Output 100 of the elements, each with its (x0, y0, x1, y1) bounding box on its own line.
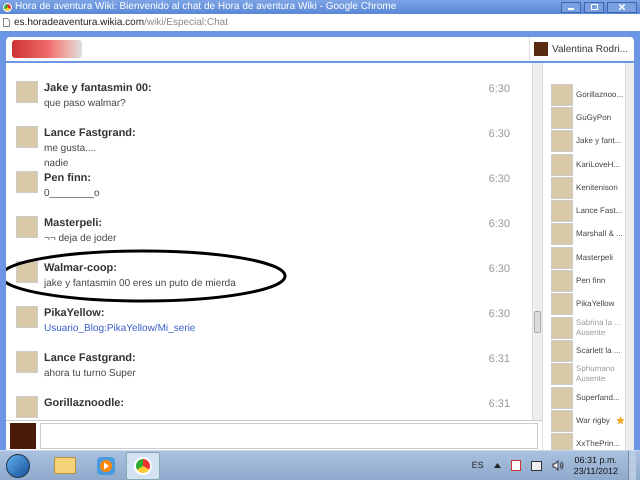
avatar-image (551, 246, 573, 269)
browser-taskbar-button[interactable] (126, 452, 160, 480)
user-item[interactable]: Scarlett la ... (551, 339, 625, 363)
message-author: Lance Fastgrand: (44, 126, 137, 141)
avatar-image (551, 340, 573, 362)
avatar-image (16, 306, 38, 328)
language-indicator[interactable]: ES (472, 458, 484, 472)
message-text: ¬¬ deja de joder (44, 232, 118, 246)
avatar-image (16, 261, 38, 283)
maximize-button[interactable] (584, 2, 604, 12)
user-item[interactable]: Gorillaznoo... (551, 83, 625, 106)
message-time: 6:30 (488, 82, 510, 97)
user-item[interactable]: XxThePrin... (551, 432, 625, 450)
user-name: Jake y fant... (576, 136, 622, 146)
play-icon[interactable] (96, 456, 116, 476)
user-name: Marshall & ... (576, 229, 624, 240)
message-author: Jake y fantasmin 00: (44, 81, 153, 96)
logo-drawing (12, 40, 82, 58)
avatar-image (551, 433, 573, 450)
user-avatar (10, 422, 36, 448)
url-text: es.horadeaventura.wikia.com/wiki/Especial:Chat (14, 18, 228, 28)
user-name: XxThePrin... (576, 439, 622, 450)
user-name: Lance Fast... (576, 206, 624, 216)
user-item[interactable]: Jake y fant... (551, 130, 625, 153)
avatar-image (551, 154, 573, 176)
minimize-button[interactable] (561, 2, 581, 12)
browser-logo-icon (134, 456, 152, 474)
user-list-scrollbar[interactable] (625, 63, 634, 450)
message-author: PikaYellow: (44, 306, 106, 321)
browser-logo-icon (3, 2, 12, 12)
start-button[interactable] (6, 454, 30, 478)
user-avatar (534, 42, 548, 56)
avatar-image (16, 351, 38, 373)
avatar-image (551, 316, 573, 339)
message-time: 6:30 (488, 127, 510, 142)
avatar-image (551, 386, 573, 408)
message-text: ahora tu turno Super (44, 367, 137, 381)
avatar-image (16, 81, 38, 103)
message-author: Masterpeli: (44, 216, 104, 231)
current-user-name[interactable]: Valentina Rodri... (552, 42, 628, 56)
show-hidden-icons-icon[interactable] (494, 463, 501, 468)
user-name: Sabrina la ... (576, 318, 622, 328)
message-time: 6:30 (488, 217, 510, 232)
avatar-image (551, 223, 573, 246)
close-icon (619, 4, 625, 10)
message-text: que paso walmar? (44, 97, 127, 111)
avatar-image (16, 216, 38, 238)
clock-date[interactable]: 23/11/2012 (574, 466, 618, 476)
user-item[interactable]: Masterpeli (551, 246, 625, 270)
message-author: Walmar-coop: (44, 261, 118, 276)
message-time: 6:31 (488, 397, 510, 412)
user-name: Gorillaznoo... (576, 90, 624, 100)
close-button[interactable] (607, 2, 637, 12)
message-time: 6:30 (488, 262, 510, 277)
message-author: Gorillaznoodle: (44, 396, 126, 411)
user-status: Ausente (576, 374, 606, 384)
message-text: nadie (44, 157, 70, 171)
user-name: War rigby (576, 416, 611, 426)
user-status: Ausente (576, 328, 606, 338)
user-name: Scarlett la ... (576, 346, 622, 356)
message-link[interactable]: Usuario_Blog:PikaYellow/Mi_serie (44, 321, 483, 336)
speaker-icon[interactable] (552, 460, 564, 471)
user-item[interactable]: Pen finn (551, 269, 625, 293)
user-item[interactable]: Marshall & ... (551, 222, 625, 246)
user-item[interactable]: PikaYellow (551, 292, 625, 316)
avatar-image (551, 106, 573, 129)
user-item[interactable]: Lance Fast... (551, 199, 625, 223)
avatar-image (551, 176, 573, 199)
user-item[interactable]: GuGyPon (551, 106, 625, 130)
avatar-image (551, 293, 573, 316)
chat-scrollbar[interactable] (532, 63, 542, 420)
avatar-image (16, 126, 38, 148)
user-item[interactable]: Superfand... (551, 386, 625, 410)
user-item[interactable]: KariLoveH... (551, 152, 625, 176)
user-name: PikaYellow (576, 299, 616, 310)
window-title: Hora de aventura Wiki: Bienvenido al chat de Hora de aventura Wiki - Google Chrome (15, 2, 398, 12)
page-icon (3, 18, 10, 27)
user-name: KariLoveH... (576, 160, 622, 170)
address-bar[interactable]: es.horadeaventura.wikia.com/wiki/Especial:Chat (0, 14, 640, 31)
user-name: Pen finn (576, 276, 606, 286)
message-author: Pen finn: (44, 171, 92, 186)
avatar-image (551, 84, 573, 106)
avatar-image (16, 396, 38, 418)
avatar-image (551, 410, 573, 432)
flag-icon[interactable] (510, 460, 521, 471)
avatar-image (16, 171, 38, 193)
user-item[interactable]: Kenitenison (551, 176, 625, 200)
avatar-image (551, 130, 573, 152)
user-name: Superfand... (576, 392, 621, 402)
message-time: 6:30 (488, 172, 510, 187)
message-text: me gusta.... (44, 142, 98, 156)
message-author: Lance Fastgrand: (44, 351, 137, 366)
user-item[interactable]: War rigby (551, 409, 625, 432)
message-input[interactable] (40, 422, 538, 448)
avatar-image (551, 200, 573, 222)
user-name: GuGyPon (576, 112, 612, 123)
clock-time[interactable]: 06:31 p.m. (574, 454, 618, 466)
message-time: 6:30 (488, 307, 510, 322)
user-name: Sphumano (576, 364, 616, 374)
network-icon[interactable] (530, 460, 542, 470)
